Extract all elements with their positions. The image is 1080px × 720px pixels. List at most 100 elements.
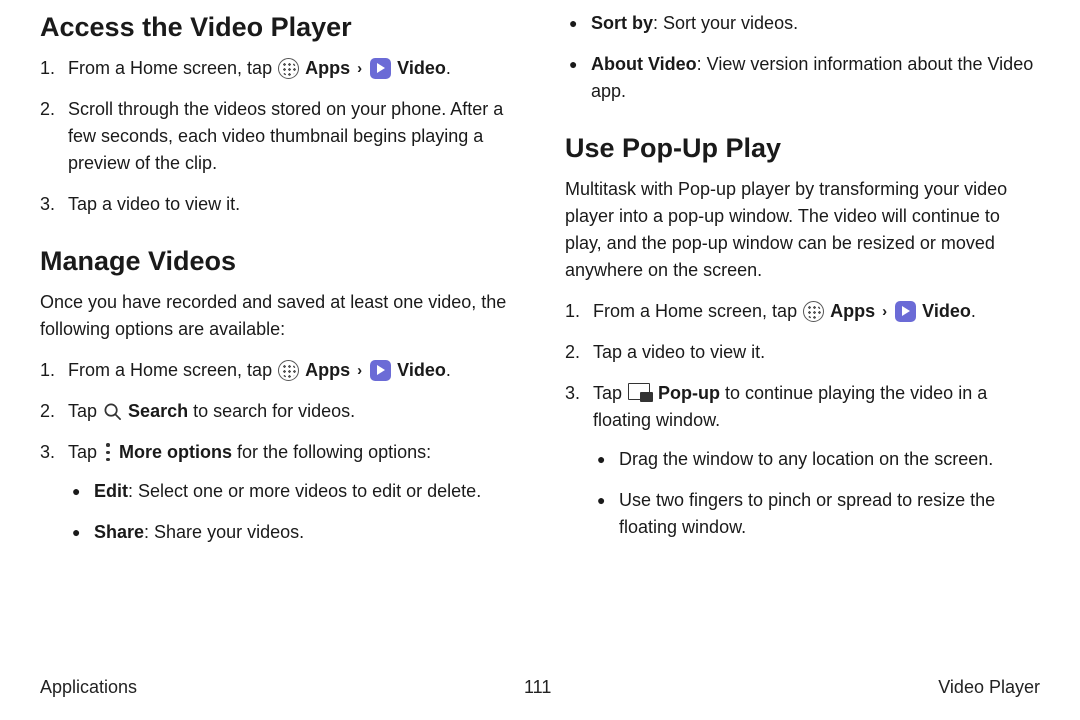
chevron-right-icon: › [357,60,362,77]
video-icon [370,58,391,79]
option-name: Share [94,522,144,542]
apps-label: Apps [305,58,350,78]
step-body: Scroll through the videos stored on your… [68,96,515,177]
apps-label: Apps [305,360,350,380]
text: for the following options: [232,442,431,462]
video-icon [895,301,916,322]
video-label: Video [397,58,446,78]
video-label: Video [922,301,971,321]
list-item: 2. Tap Search to search for videos. [40,398,515,425]
page-footer: Applications 111 Video Player [40,677,1040,698]
step-body: From a Home screen, tap Apps › Video. [68,55,515,82]
step-number: 1. [40,357,68,384]
footer-section: Applications [40,677,137,698]
text: : Share your videos. [144,522,304,542]
list-item: 2. Tap a video to view it. [565,339,1040,366]
heading-access: Access the Video Player [40,12,515,43]
more-options-continued: ● Sort by: Sort your videos. ● About Vid… [565,10,1040,105]
chevron-right-icon: › [882,303,887,320]
popup-sublist: ● Drag the window to any location on the… [593,446,1040,541]
more-options-list: ● Edit: Select one or more videos to edi… [68,478,515,546]
text: From a Home screen, tap [68,360,277,380]
bullet-body: Drag the window to any location on the s… [619,446,1040,473]
list-item: 3. Tap a video to view it. [40,191,515,218]
chevron-right-icon: › [357,362,362,379]
list-item: ● Sort by: Sort your videos. [565,10,1040,37]
text: Tap [68,401,102,421]
apps-icon [803,301,824,322]
text: . [446,58,451,78]
list-item: 1. From a Home screen, tap Apps › Video. [565,298,1040,325]
bullet-icon: ● [565,51,591,105]
bullet-icon: ● [593,446,619,473]
bullet-icon: ● [68,478,94,505]
manage-intro: Once you have recorded and saved at leas… [40,289,515,343]
text: Tap [593,383,627,403]
text: Tap [68,442,102,462]
bullet-body: Sort by: Sort your videos. [591,10,1040,37]
popup-steps: 1. From a Home screen, tap Apps › Video.… [565,298,1040,555]
apps-icon [278,360,299,381]
footer-topic: Video Player [938,677,1040,698]
text: to continue playing the video in a float… [593,383,987,430]
right-column: ● Sort by: Sort your videos. ● About Vid… [565,10,1040,650]
search-label: Search [128,401,188,421]
step-body: From a Home screen, tap Apps › Video. [68,357,515,384]
text: . [971,301,976,321]
access-steps: 1. From a Home screen, tap Apps › Video.… [40,55,515,218]
popup-intro: Multitask with Pop-up player by transfor… [565,176,1040,284]
step-body: Tap More options for the following optio… [68,439,515,560]
manage-steps: 1. From a Home screen, tap Apps › Video.… [40,357,515,560]
text: to search for videos. [188,401,355,421]
text: : Sort your videos. [653,13,798,33]
list-item: ● About Video: View version information … [565,51,1040,105]
video-label: Video [397,360,446,380]
step-number: 2. [565,339,593,366]
bullet-icon: ● [593,487,619,541]
list-item: ● Drag the window to any location on the… [593,446,1040,473]
text: : Select one or more videos to edit or d… [128,481,481,501]
heading-popup: Use Pop-Up Play [565,133,1040,164]
step-number: 1. [565,298,593,325]
step-body: Tap a video to view it. [593,339,1040,366]
more-options-label: More options [119,442,232,462]
apps-icon [278,58,299,79]
more-options-icon [103,442,113,462]
step-body: Tap a video to view it. [68,191,515,218]
text: . [446,360,451,380]
step-number: 1. [40,55,68,82]
popup-icon [628,383,652,401]
step-number: 3. [565,380,593,555]
option-name: Edit [94,481,128,501]
popup-label: Pop-up [658,383,720,403]
content-columns: Access the Video Player 1. From a Home s… [40,10,1040,650]
search-icon [103,402,122,421]
step-number: 2. [40,96,68,177]
footer-page-number: 111 [524,677,551,698]
list-item: 2. Scroll through the videos stored on y… [40,96,515,177]
bullet-body: About Video: View version information ab… [591,51,1040,105]
list-item: 3. Tap Pop-up to continue playing the vi… [565,380,1040,555]
list-item: 1. From a Home screen, tap Apps › Video. [40,357,515,384]
option-name: Sort by [591,13,653,33]
bullet-body: Edit: Select one or more videos to edit … [94,478,515,505]
text: From a Home screen, tap [68,58,277,78]
heading-manage: Manage Videos [40,246,515,277]
step-number: 3. [40,439,68,560]
bullet-icon: ● [565,10,591,37]
step-body: Tap Search to search for videos. [68,398,515,425]
step-number: 3. [40,191,68,218]
text: From a Home screen, tap [593,301,802,321]
list-item: 3. Tap More options for the following op… [40,439,515,560]
list-item: ● Edit: Select one or more videos to edi… [68,478,515,505]
step-body: Tap Pop-up to continue playing the video… [593,380,1040,555]
step-body: From a Home screen, tap Apps › Video. [593,298,1040,325]
list-item: 1. From a Home screen, tap Apps › Video. [40,55,515,82]
step-number: 2. [40,398,68,425]
option-name: About Video [591,54,697,74]
left-column: Access the Video Player 1. From a Home s… [40,10,515,650]
video-icon [370,360,391,381]
list-item: ● Share: Share your videos. [68,519,515,546]
bullet-icon: ● [68,519,94,546]
bullet-body: Share: Share your videos. [94,519,515,546]
